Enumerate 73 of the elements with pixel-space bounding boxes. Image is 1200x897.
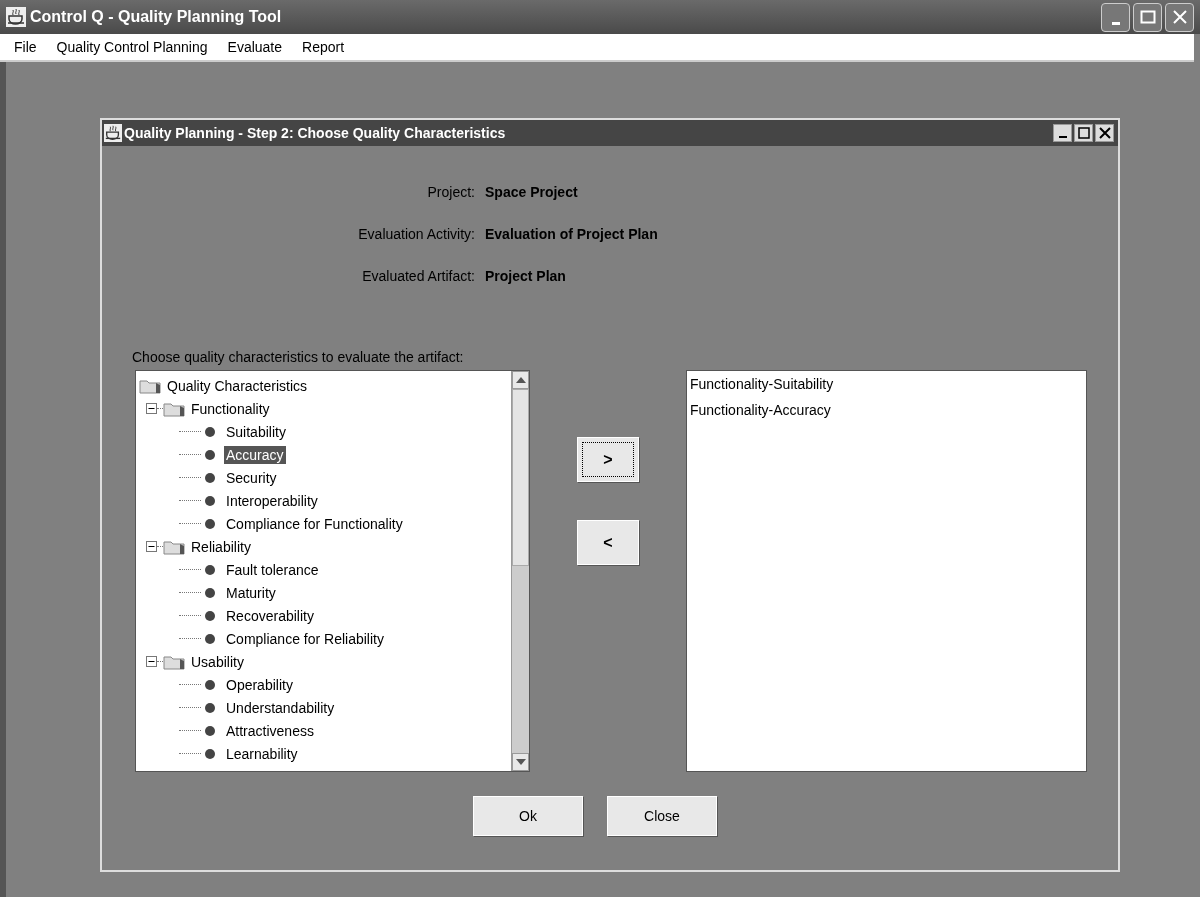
maximize-icon — [1139, 10, 1156, 24]
close-icon — [1171, 9, 1188, 25]
cup-icon — [6, 7, 26, 27]
tree-item[interactable]: Quality Characteristics — [165, 376, 310, 395]
field-label: Project: — [426, 184, 475, 200]
tree-item[interactable]: Maturity — [224, 583, 278, 602]
tree-item[interactable]: Attractiveness — [224, 721, 316, 740]
ok-button[interactable]: Ok — [473, 796, 583, 836]
bullet-icon — [204, 517, 216, 530]
folder-icon — [139, 377, 161, 394]
field-value: Project Plan — [485, 268, 566, 284]
tree-item[interactable]: Usability — [189, 652, 246, 671]
menu-item[interactable]: Quality Control Planning — [56, 39, 208, 55]
tree-item[interactable]: Understandability — [224, 698, 337, 717]
maximize-button[interactable] — [1133, 2, 1162, 32]
menu-item[interactable]: File — [14, 39, 37, 55]
collapse-icon[interactable] — [146, 541, 157, 552]
minimize-icon — [1058, 136, 1067, 138]
tree-item[interactable]: Operability — [224, 675, 295, 694]
close-button[interactable] — [1095, 124, 1114, 142]
minimize-icon — [1111, 21, 1120, 25]
maximize-icon — [1077, 127, 1090, 139]
tree-item[interactable]: Compliance for Reliability — [224, 629, 386, 648]
instruction-text: Choose quality characteristics to evaluate the artifact: — [132, 349, 465, 365]
window-title: Control Q - Quality Planning Tool — [30, 8, 282, 26]
menu-item[interactable]: Evaluate — [227, 39, 283, 55]
collapse-icon[interactable] — [146, 403, 157, 414]
scroll-up-button[interactable] — [512, 371, 529, 389]
bullet-icon — [204, 494, 216, 507]
tree-item[interactable]: Functionality — [189, 399, 272, 418]
bullet-icon — [204, 632, 216, 645]
up-arrow-icon — [515, 377, 526, 383]
tree-item[interactable]: Accuracy — [224, 445, 286, 464]
tree-item[interactable]: Learnability — [224, 744, 300, 763]
field-value: Evaluation of Project Plan — [485, 226, 658, 242]
maximize-button[interactable] — [1074, 124, 1093, 142]
collapse-icon[interactable] — [146, 656, 157, 667]
folder-icon — [163, 400, 185, 417]
list-item[interactable]: Functionality-Accuracy — [690, 402, 1083, 428]
tree-item[interactable]: Suitability — [224, 422, 288, 441]
bullet-icon — [204, 563, 216, 576]
bullet-icon — [204, 471, 216, 484]
bullet-icon — [204, 609, 216, 622]
move-button[interactable]: < — [577, 520, 639, 565]
cup-icon — [104, 124, 122, 142]
bullet-icon — [204, 678, 216, 691]
bullet-icon — [204, 747, 216, 760]
minimize-button[interactable] — [1053, 124, 1072, 142]
dialog-title: Quality Planning - Step 2: Choose Quality Characteristics — [124, 125, 506, 141]
scroll-down-button[interactable] — [512, 753, 529, 771]
bullet-icon — [204, 724, 216, 737]
tree-item[interactable]: Interoperability — [224, 491, 320, 510]
close-icon — [1098, 127, 1111, 139]
tree-item[interactable]: Reliability — [189, 537, 253, 556]
bullet-icon — [204, 586, 216, 599]
list-item[interactable]: Functionality-Suitability — [690, 376, 1083, 402]
tree-item[interactable]: Security — [224, 468, 279, 487]
close-button[interactable]: Close — [607, 796, 717, 836]
bullet-icon — [204, 448, 216, 461]
tree-item[interactable]: Compliance for Functionality — [224, 514, 405, 533]
bullet-icon — [204, 425, 216, 438]
folder-icon — [163, 653, 185, 670]
tree-item[interactable]: Recoverability — [224, 606, 316, 625]
folder-icon — [163, 538, 185, 555]
bullet-icon — [204, 701, 216, 714]
down-arrow-icon — [515, 759, 526, 765]
scrollbar-thumb[interactable] — [512, 389, 529, 566]
tree-item[interactable]: Fault tolerance — [224, 560, 321, 579]
move-button[interactable]: > — [577, 437, 639, 482]
field-value: Space Project — [485, 184, 578, 200]
menu-item[interactable]: Report — [302, 39, 345, 55]
field-label: Evaluation Activity: — [357, 226, 475, 242]
field-label: Evaluated Artifact: — [361, 268, 475, 284]
